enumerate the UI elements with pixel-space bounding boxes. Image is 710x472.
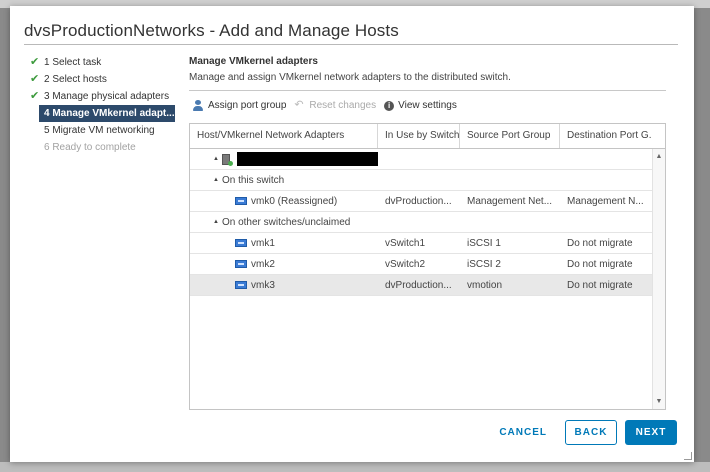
adapter-name: vmk0 (Reassigned) xyxy=(251,195,338,207)
host-icon xyxy=(221,153,233,166)
section-title: Manage VMkernel adapters xyxy=(189,56,318,67)
column-header-source-port-group[interactable]: Source Port Group xyxy=(460,124,560,148)
scroll-up-arrow-icon[interactable]: ▲ xyxy=(653,153,665,160)
source-port-group-cell: Management Net... xyxy=(467,195,553,207)
step-ready-to-complete: 6 Ready to complete xyxy=(28,139,178,156)
dialog-title: dvsProductionNetworks - Add and Manage H… xyxy=(24,21,399,40)
source-port-group-cell: iSCSI 1 xyxy=(467,237,501,249)
grid-scrollbar[interactable]: ▲ ▼ xyxy=(652,149,665,409)
step-label: 2 Select hosts xyxy=(44,74,107,85)
checkmark-icon: ✔ xyxy=(30,56,40,68)
in-use-by-switch-cell: vSwitch2 xyxy=(385,258,426,270)
port-group-icon xyxy=(193,100,204,111)
step-label: 1 Select task xyxy=(44,57,102,68)
resize-grip-icon[interactable] xyxy=(684,452,692,460)
column-header-in-use-by-switch[interactable]: In Use by Switch xyxy=(378,124,460,148)
source-port-group-cell: iSCSI 2 xyxy=(467,258,501,270)
vmkernel-adapter-icon xyxy=(235,259,247,268)
column-header-adapters[interactable]: Host/VMkernel Network Adapters xyxy=(190,124,378,148)
step-manage-vmkernel-adapters[interactable]: 4 Manage VMkernel adapt... xyxy=(39,105,175,122)
in-use-by-switch-cell: dvProduction... xyxy=(385,279,452,291)
cancel-button[interactable]: CANCEL xyxy=(499,427,547,438)
redacted-host-name xyxy=(236,152,378,166)
reset-changes-label: Reset changes xyxy=(309,100,377,111)
table-row-selected[interactable]: vmk3 dvProduction... vmotion Do not migr… xyxy=(190,275,652,296)
destination-port-group-cell: Do not migrate xyxy=(567,279,633,291)
step-label: 6 Ready to complete xyxy=(44,142,136,153)
group-label: On this switch xyxy=(221,174,285,186)
step-manage-physical-adapters[interactable]: ✔ 3 Manage physical adapters xyxy=(28,88,178,105)
column-header-destination-port-group[interactable]: Destination Port G... xyxy=(560,124,652,148)
main-content: Manage VMkernel adapters Manage and assi… xyxy=(189,56,677,410)
step-label: 4 Manage VMkernel adapt... xyxy=(44,108,175,119)
table-row[interactable]: vmk1 vSwitch1 iSCSI 1 Do not migrate xyxy=(190,233,652,254)
undo-icon: ↶ xyxy=(294,99,304,111)
section-description: Manage and assign VMkernel network adapt… xyxy=(189,72,511,83)
assign-port-group-label: Assign port group xyxy=(208,100,287,111)
adapter-name: vmk3 xyxy=(251,279,275,291)
info-icon: i xyxy=(384,100,395,111)
checkmark-icon: ✔ xyxy=(30,73,40,85)
back-button[interactable]: BACK xyxy=(565,420,617,445)
in-use-by-switch-cell: dvProduction... xyxy=(385,195,452,207)
reset-changes-button[interactable]: ↶ Reset changes xyxy=(294,99,377,112)
adapter-name: vmk2 xyxy=(251,258,275,270)
step-label: 5 Migrate VM networking xyxy=(44,125,155,136)
scroll-down-arrow-icon[interactable]: ▼ xyxy=(653,398,665,405)
view-settings-button[interactable]: i View settings xyxy=(384,100,457,111)
view-settings-label: View settings xyxy=(398,100,457,111)
vmkernel-adapters-grid: Host/VMkernel Network Adapters In Use by… xyxy=(189,123,666,410)
next-button[interactable]: NEXT xyxy=(625,420,677,445)
grid-toolbar: Assign port group ↶ Reset changes i View… xyxy=(193,100,465,111)
collapse-triangle-icon[interactable]: ▲ xyxy=(213,170,219,191)
source-port-group-cell: vmotion xyxy=(467,279,503,291)
grid-body: ▲ ▲ On this switch vmk0 (Reassigned) dvPr… xyxy=(190,149,652,409)
step-migrate-vm-networking[interactable]: 5 Migrate VM networking xyxy=(28,122,178,139)
destination-port-group-cell: Management N... xyxy=(567,195,644,207)
vmkernel-adapter-icon xyxy=(235,280,247,289)
in-use-by-switch-cell: vSwitch1 xyxy=(385,237,426,249)
title-divider xyxy=(24,44,678,45)
group-row-on-this-switch[interactable]: ▲ On this switch xyxy=(190,170,652,191)
step-select-hosts[interactable]: ✔ 2 Select hosts xyxy=(28,71,178,88)
wizard-steps: ✔ 1 Select task ✔ 2 Select hosts ✔ 3 Man… xyxy=(28,54,178,156)
collapse-triangle-icon[interactable]: ▲ xyxy=(213,149,219,170)
background-footer xyxy=(0,462,710,472)
group-row-other-switches[interactable]: ▲ On other switches/unclaimed xyxy=(190,212,652,233)
section-divider xyxy=(189,90,666,91)
step-select-task[interactable]: ✔ 1 Select task xyxy=(28,54,178,71)
grid-header: Host/VMkernel Network Adapters In Use by… xyxy=(190,124,665,149)
adapter-name: vmk1 xyxy=(251,237,275,249)
host-row[interactable]: ▲ xyxy=(190,149,652,170)
table-row[interactable]: vmk0 (Reassigned) dvProduction... Manage… xyxy=(190,191,652,212)
table-row[interactable]: vmk2 vSwitch2 iSCSI 2 Do not migrate xyxy=(190,254,652,275)
collapse-triangle-icon[interactable]: ▲ xyxy=(213,212,219,233)
assign-port-group-button[interactable]: Assign port group xyxy=(193,100,286,111)
add-manage-hosts-dialog: dvsProductionNetworks - Add and Manage H… xyxy=(10,6,694,462)
destination-port-group-cell: Do not migrate xyxy=(567,258,633,270)
checkmark-icon: ✔ xyxy=(30,90,40,102)
step-label: 3 Manage physical adapters xyxy=(44,91,170,102)
dialog-footer: CANCEL BACK NEXT xyxy=(499,420,677,445)
group-label: On other switches/unclaimed xyxy=(221,216,351,228)
vmkernel-adapter-icon xyxy=(235,196,247,205)
destination-port-group-cell: Do not migrate xyxy=(567,237,633,249)
vmkernel-adapter-icon xyxy=(235,238,247,247)
